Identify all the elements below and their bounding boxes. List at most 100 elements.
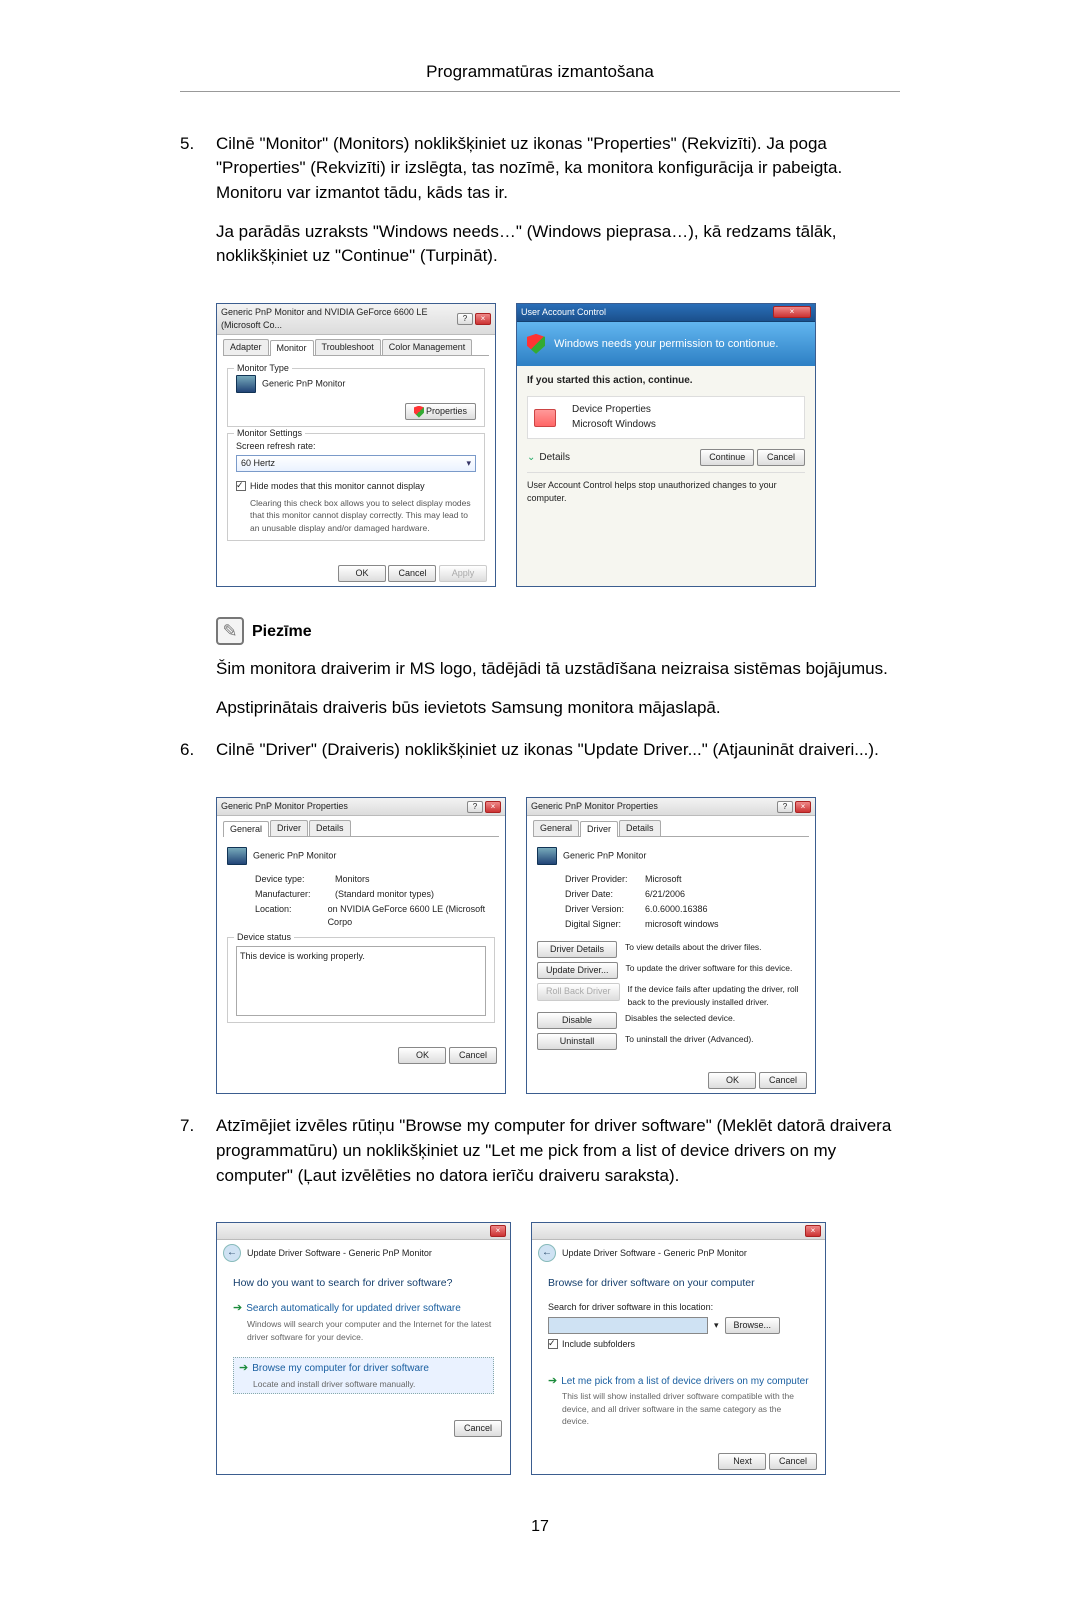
cancel-button[interactable]: Cancel xyxy=(769,1453,817,1470)
titlebar: Generic PnP Monitor Properties ?× xyxy=(217,798,505,816)
close-button[interactable]: × xyxy=(805,1225,821,1237)
uac-footer: User Account Control helps stop unauthor… xyxy=(527,479,805,505)
tab-general[interactable]: General xyxy=(533,820,579,836)
close-button[interactable]: × xyxy=(773,306,811,318)
tab-details[interactable]: Details xyxy=(309,820,351,836)
device-name: Generic PnP Monitor xyxy=(253,851,336,861)
dialog-title: Generic PnP Monitor and NVIDIA GeForce 6… xyxy=(221,306,457,332)
step-6: 6. Cilnē "Driver" (Draiveris) noklikšķin… xyxy=(180,738,900,777)
device-name: Generic PnP Monitor xyxy=(563,851,646,861)
properties-button[interactable]: Properties xyxy=(405,403,476,420)
tab-adapter[interactable]: Adapter xyxy=(223,339,269,355)
dialog-title: Generic PnP Monitor Properties xyxy=(221,800,348,813)
tab-color-management[interactable]: Color Management xyxy=(382,339,473,355)
back-button[interactable]: ← xyxy=(538,1244,556,1262)
back-button[interactable]: ← xyxy=(223,1244,241,1262)
monitor-type-fieldset: Monitor Type Generic PnP Monitor Propert… xyxy=(227,368,485,427)
dialog-title: User Account Control xyxy=(521,306,606,319)
driver-date-value: 6/21/2006 xyxy=(645,888,685,901)
browse-button[interactable]: Browse... xyxy=(725,1317,781,1334)
help-button[interactable]: ? xyxy=(777,801,793,813)
page-header: Programmatūras izmantošana xyxy=(180,60,900,85)
close-button[interactable]: × xyxy=(485,801,501,813)
details-toggle[interactable]: Details xyxy=(539,452,570,463)
monitor-properties-dialog: Generic PnP Monitor and NVIDIA GeForce 6… xyxy=(216,303,496,587)
help-button[interactable]: ? xyxy=(467,801,483,813)
search-location-input[interactable] xyxy=(548,1317,708,1334)
cancel-button[interactable]: Cancel xyxy=(759,1072,807,1089)
cancel-button[interactable]: Cancel xyxy=(757,449,805,466)
tab-monitor[interactable]: Monitor xyxy=(270,340,314,356)
step5-para2: Ja parādās uzraksts "Windows needs…" (Wi… xyxy=(216,220,900,269)
rollback-driver-button[interactable]: Roll Back Driver xyxy=(537,983,620,1000)
step7-para: Atzīmējiet izvēles rūtiņu "Browse my com… xyxy=(216,1114,900,1188)
close-button[interactable]: × xyxy=(795,801,811,813)
update-driver-wizard-search-dialog: × ← Update Driver Software - Generic PnP… xyxy=(216,1222,511,1475)
include-subfolders-checkbox[interactable] xyxy=(548,1339,558,1349)
note-icon: ✎ xyxy=(216,617,244,645)
publisher-label: Microsoft Windows xyxy=(572,418,656,433)
arrow-icon: ➔ xyxy=(548,1375,557,1387)
uac-message: Windows needs your permission to contion… xyxy=(554,338,778,350)
monitor-type-legend: Monitor Type xyxy=(234,362,292,375)
help-button[interactable]: ? xyxy=(457,313,473,325)
breadcrumb: Update Driver Software - Generic PnP Mon… xyxy=(247,1247,432,1260)
arrow-icon: ➔ xyxy=(239,1362,248,1374)
device-properties-driver-dialog: Generic PnP Monitor Properties ?× Genera… xyxy=(526,797,816,1094)
include-subfolders-label: Include subfolders xyxy=(562,1338,635,1351)
apply-button[interactable]: Apply xyxy=(439,565,487,582)
monitor-icon xyxy=(227,847,247,865)
cancel-button[interactable]: Cancel xyxy=(449,1047,497,1064)
provider-key: Driver Provider: xyxy=(565,873,645,886)
option-pick-from-list[interactable]: ➔Let me pick from a list of device drive… xyxy=(548,1374,809,1428)
tab-general[interactable]: General xyxy=(223,821,269,837)
step-number: 5. xyxy=(180,132,216,283)
update-driver-button[interactable]: Update Driver... xyxy=(537,962,618,979)
driver-details-button[interactable]: Driver Details xyxy=(537,941,617,958)
signer-value: microsoft windows xyxy=(645,918,719,931)
step-7: 7. Atzīmējiet izvēles rūtiņu "Browse my … xyxy=(180,1114,900,1202)
disable-button[interactable]: Disable xyxy=(537,1012,617,1029)
titlebar: Generic PnP Monitor Properties ?× xyxy=(527,798,815,816)
tab-details[interactable]: Details xyxy=(619,820,661,836)
tab-driver[interactable]: Driver xyxy=(580,821,618,837)
tab-troubleshoot[interactable]: Troubleshoot xyxy=(315,339,381,355)
uac-started-text: If you started this action, continue. xyxy=(527,374,805,389)
driver-date-key: Driver Date: xyxy=(565,888,645,901)
driver-details-desc: To view details about the driver files. xyxy=(625,941,805,953)
cancel-button[interactable]: Cancel xyxy=(454,1420,502,1437)
option-browse-computer[interactable]: ➔Browse my computer for driver software … xyxy=(233,1357,494,1394)
tab-driver[interactable]: Driver xyxy=(270,820,308,836)
manufacturer-value: (Standard monitor types) xyxy=(335,888,434,901)
breadcrumb: Update Driver Software - Generic PnP Mon… xyxy=(562,1247,747,1260)
ok-button[interactable]: OK xyxy=(338,565,386,582)
titlebar: Generic PnP Monitor and NVIDIA GeForce 6… xyxy=(217,304,495,335)
monitor-settings-legend: Monitor Settings xyxy=(234,427,305,440)
uninstall-button[interactable]: Uninstall xyxy=(537,1033,617,1050)
refresh-rate-select[interactable]: 60 Hertz▾ xyxy=(236,455,476,472)
disable-desc: Disables the selected device. xyxy=(625,1012,805,1024)
dialog-title: Generic PnP Monitor Properties xyxy=(531,800,658,813)
expand-icon[interactable]: ⌄ xyxy=(527,452,535,463)
continue-button[interactable]: Continue xyxy=(700,449,754,466)
manufacturer-key: Manufacturer: xyxy=(255,888,335,901)
provider-value: Microsoft xyxy=(645,873,682,886)
next-button[interactable]: Next xyxy=(718,1453,766,1470)
monitor-name: Generic PnP Monitor xyxy=(262,378,345,388)
step-number: 7. xyxy=(180,1114,216,1202)
uninstall-desc: To uninstall the driver (Advanced). xyxy=(625,1033,805,1045)
option-search-auto[interactable]: ➔Search automatically for updated driver… xyxy=(233,1301,494,1343)
step-number: 6. xyxy=(180,738,216,777)
uac-message-band: Windows needs your permission to contion… xyxy=(517,322,815,366)
titlebar: × xyxy=(532,1223,825,1240)
ok-button[interactable]: OK xyxy=(398,1047,446,1064)
figure-row-1: Generic PnP Monitor and NVIDIA GeForce 6… xyxy=(216,303,900,587)
cancel-button[interactable]: Cancel xyxy=(388,565,436,582)
device-properties-label: Device Properties xyxy=(572,403,656,418)
close-button[interactable]: × xyxy=(475,313,491,325)
hide-modes-checkbox[interactable] xyxy=(236,481,246,491)
ok-button[interactable]: OK xyxy=(708,1072,756,1089)
close-button[interactable]: × xyxy=(490,1225,506,1237)
titlebar: User Account Control × xyxy=(517,304,815,322)
page-number: 17 xyxy=(180,1515,900,1538)
